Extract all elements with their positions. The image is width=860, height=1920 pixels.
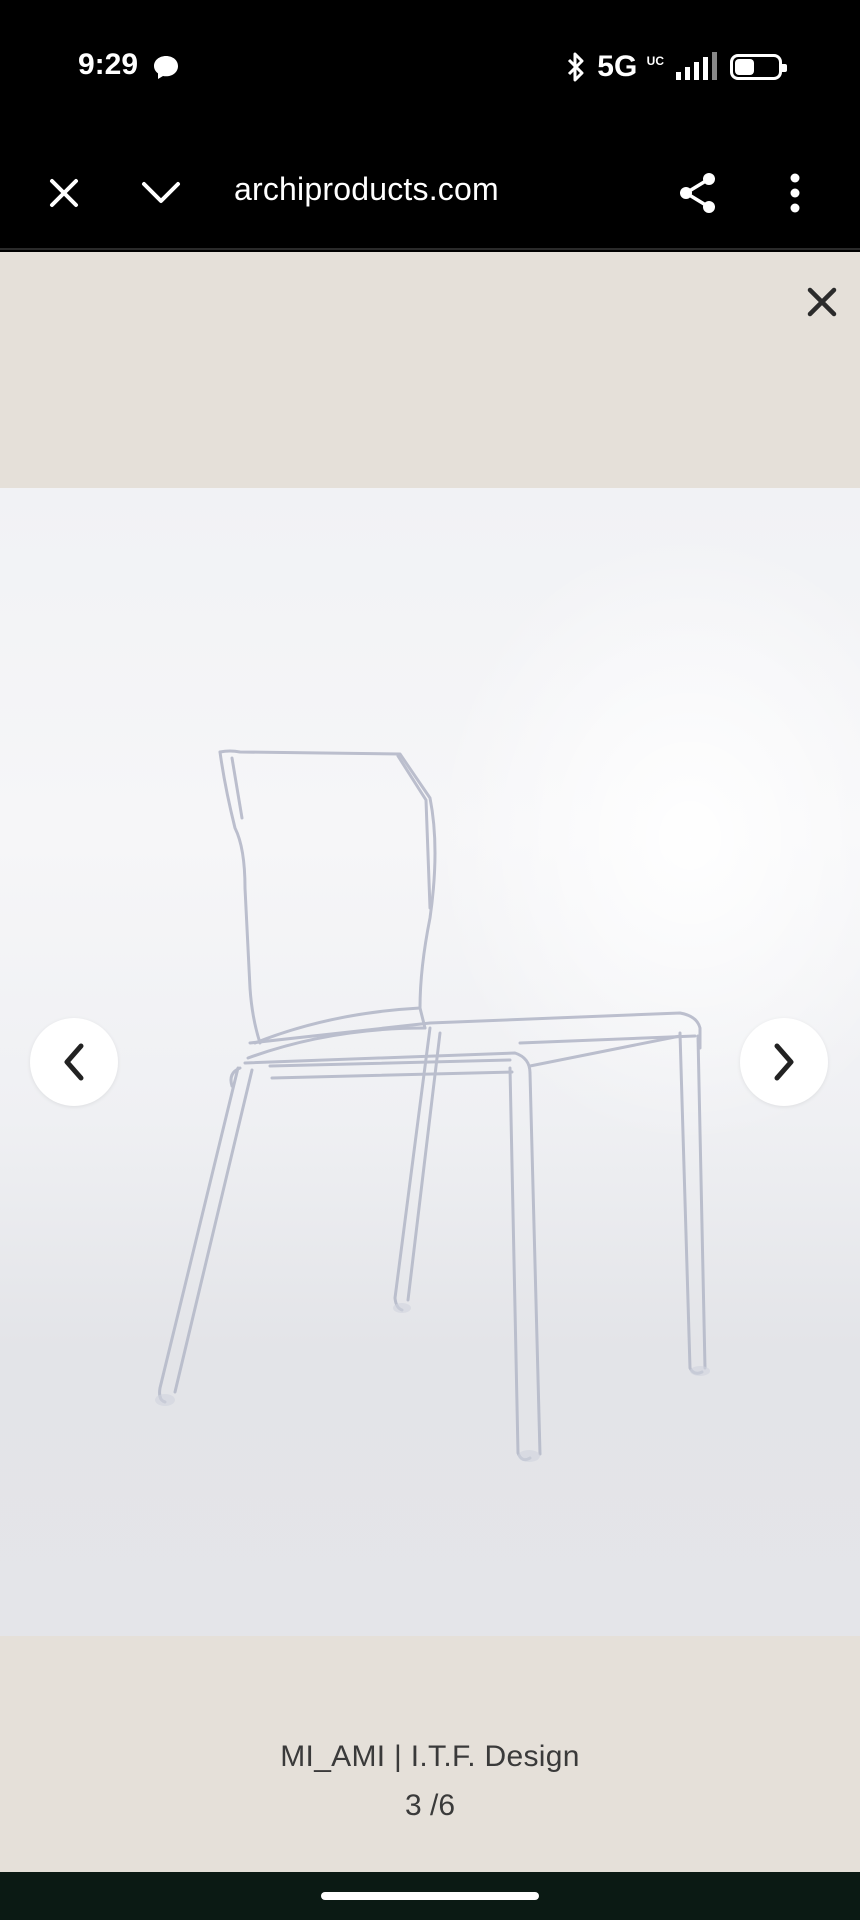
- url-text[interactable]: archiproducts.com: [234, 171, 499, 208]
- close-tab-button[interactable]: [34, 163, 94, 223]
- more-options-button[interactable]: [765, 163, 825, 223]
- close-icon: [50, 179, 78, 207]
- chevron-down-icon: [142, 182, 180, 203]
- battery-fill: [735, 59, 754, 75]
- chevron-left-icon: [64, 1043, 84, 1081]
- minimize-tab-button[interactable]: [131, 163, 191, 223]
- chevron-right-icon: [774, 1043, 794, 1081]
- close-icon: [807, 287, 837, 317]
- status-icons: 5G UC: [565, 50, 787, 84]
- chair-image: [155, 749, 710, 1462]
- lightbox: MI_AMI | I.T.F. Design 3 /6: [0, 252, 860, 1872]
- product-image: [0, 488, 860, 1636]
- bluetooth-icon: [568, 52, 584, 82]
- share-button[interactable]: [668, 163, 728, 223]
- battery-icon: [730, 54, 787, 80]
- status-time: 9:29: [78, 48, 139, 81]
- signal-icon: [676, 52, 717, 80]
- share-icon: [680, 173, 715, 213]
- status-bar: 9:29 5G UC: [0, 0, 860, 135]
- home-indicator[interactable]: [321, 1892, 539, 1900]
- navigation-bar: [0, 1872, 860, 1920]
- more-vert-icon: [790, 173, 800, 213]
- next-image-button[interactable]: [740, 1018, 828, 1106]
- previous-image-button[interactable]: [30, 1018, 118, 1106]
- messenger-icon: [154, 56, 178, 79]
- image-counter: 3 /6: [404, 1789, 456, 1822]
- network-suffix: UC: [646, 54, 664, 68]
- network-type: 5G UC: [597, 50, 664, 83]
- image-caption: MI_AMI | I.T.F. Design: [280, 1740, 580, 1773]
- lightbox-close-button[interactable]: [800, 280, 844, 324]
- browser-toolbar: archiproducts.com: [0, 135, 860, 250]
